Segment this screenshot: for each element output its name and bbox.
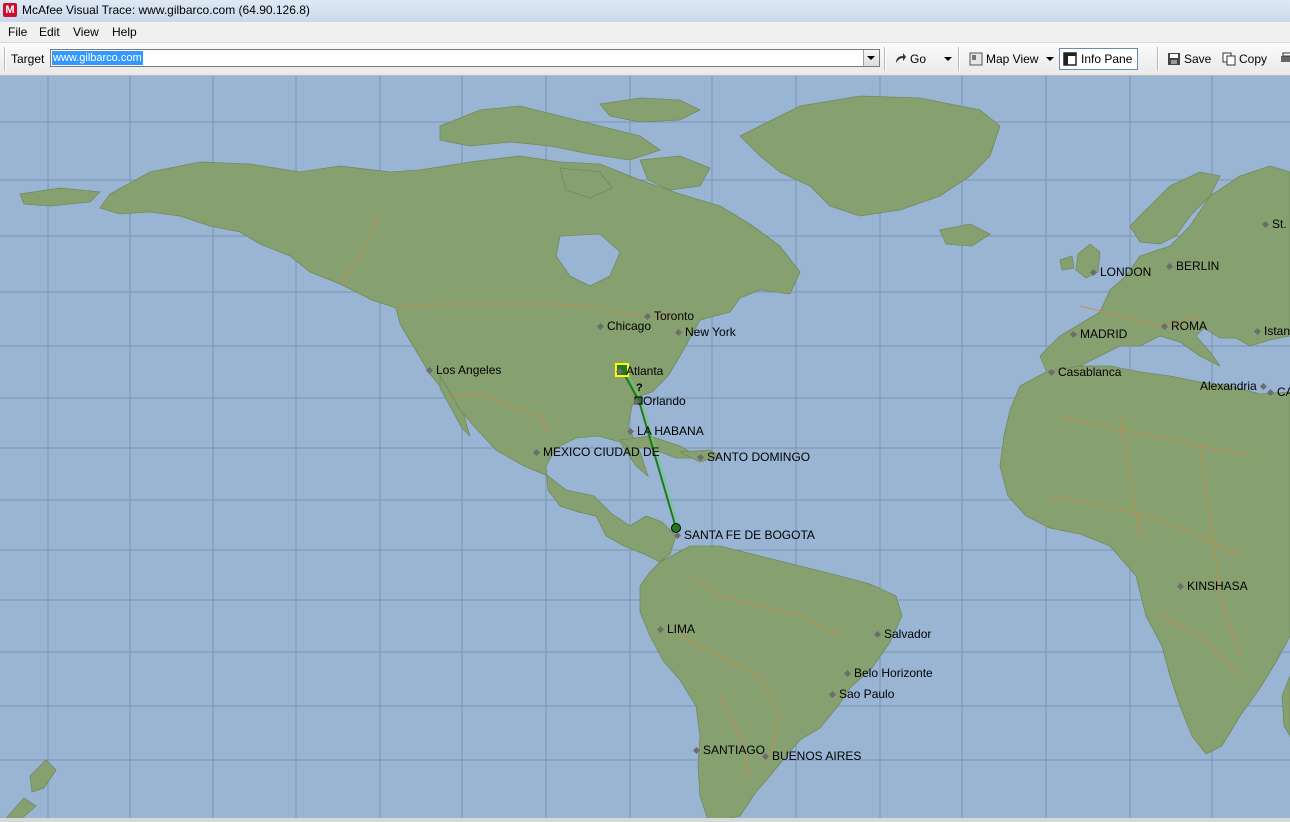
info-pane-icon xyxy=(1063,52,1077,66)
city-st-petersburg: St. xyxy=(1261,217,1287,231)
go-label: Go xyxy=(910,52,927,66)
city-london: LONDON xyxy=(1089,265,1151,279)
go-arrow-icon xyxy=(896,53,906,63)
city-santo-domingo: SANTO DOMINGO xyxy=(696,450,810,464)
print-icon xyxy=(1281,52,1290,62)
city-salvador: Salvador xyxy=(873,627,931,641)
city-santa-fe-de-bogota: SANTA FE DE BOGOTA xyxy=(673,528,815,542)
city-toronto: Toronto xyxy=(643,309,694,323)
menu-file[interactable]: File xyxy=(8,25,27,39)
copy-icon xyxy=(1222,52,1236,66)
map-view-label: Map View xyxy=(986,52,1039,66)
city-alexandria: Alexandria xyxy=(1200,379,1270,393)
copy-label: Copy xyxy=(1239,52,1268,66)
city-berlin: BERLIN xyxy=(1165,259,1219,273)
map-view-dropdown-button[interactable] xyxy=(1043,49,1057,69)
print-button[interactable] xyxy=(1280,49,1290,69)
chevron-down-icon xyxy=(867,56,875,60)
city-casablanca: Casablanca xyxy=(1047,365,1121,379)
copy-button[interactable]: Copy xyxy=(1222,49,1272,69)
target-label: Target xyxy=(11,52,45,66)
city-santiago: SANTIAGO xyxy=(692,743,765,757)
menu-view[interactable]: View xyxy=(73,25,99,39)
city-madrid: MADRID xyxy=(1069,327,1127,341)
chevron-down-icon xyxy=(1046,57,1054,61)
city-kinshasa: KINSHASA xyxy=(1176,579,1248,593)
menu-bar: File Edit View Help xyxy=(0,22,1290,43)
trace-unknown-hop-label: ? xyxy=(636,382,643,394)
menu-help[interactable]: Help xyxy=(112,25,137,39)
city-istanbul: Istan xyxy=(1253,324,1290,338)
mcafee-logo-icon: M xyxy=(3,3,17,17)
save-icon xyxy=(1168,53,1180,65)
info-pane-label: Info Pane xyxy=(1081,52,1133,66)
city-buenos-aires: BUENOS AIRES xyxy=(761,749,861,763)
map-icon xyxy=(969,52,983,66)
city-belo-horizonte: Belo Horizonte xyxy=(843,666,933,680)
window-title: McAfee Visual Trace: www.gilbarco.com (6… xyxy=(22,3,310,17)
city-los-angeles: Los Angeles xyxy=(425,363,501,377)
menu-edit[interactable]: Edit xyxy=(39,25,60,39)
target-dropdown-button[interactable] xyxy=(863,50,879,66)
city-chicago: Chicago xyxy=(596,319,651,333)
city-sao-paulo: Sao Paulo xyxy=(828,687,894,701)
city-atlanta: Atlanta xyxy=(615,364,663,378)
city-la-habana: LA HABANA xyxy=(626,424,704,438)
city-orlando: Orlando xyxy=(632,394,686,408)
target-input[interactable]: www.gilbarco.com xyxy=(50,49,880,67)
title-bar: M McAfee Visual Trace: www.gilbarco.com … xyxy=(0,0,1290,23)
world-map[interactable]: ? Toronto Chicago New York Los Angeles A… xyxy=(0,76,1290,820)
city-roma: ROMA xyxy=(1160,319,1207,333)
map-view-button[interactable]: Map View xyxy=(969,49,1041,69)
target-value: www.gilbarco.com xyxy=(52,51,143,65)
go-dropdown-button[interactable] xyxy=(940,49,954,69)
save-button[interactable]: Save xyxy=(1167,49,1213,69)
status-strip xyxy=(0,818,1290,822)
go-button[interactable]: Go xyxy=(893,49,933,69)
chevron-down-icon xyxy=(944,57,952,61)
city-new-york: New York xyxy=(674,325,736,339)
city-lima: LIMA xyxy=(656,622,695,636)
info-pane-toggle[interactable]: Info Pane xyxy=(1059,48,1138,70)
save-label: Save xyxy=(1184,52,1212,66)
city-mexico-ciudad-de: MEXICO CIUDAD DE xyxy=(532,445,660,459)
city-cairo: CA xyxy=(1266,385,1290,399)
